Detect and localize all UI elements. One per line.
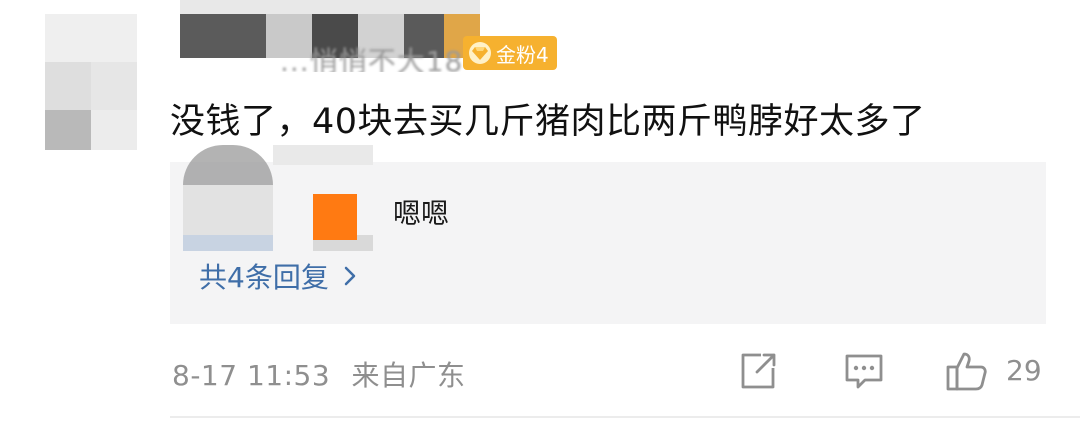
thumbs-up-icon (946, 352, 987, 391)
view-replies-label: 共4条回复 (199, 261, 329, 294)
username[interactable]: ...悄悄不大18 (180, 0, 480, 72)
view-replies-link[interactable]: 共4条回复 (199, 256, 357, 296)
location: 来自广东 (351, 359, 466, 392)
username-text: ...悄悄不大18 (280, 45, 464, 72)
like-button[interactable] (945, 350, 987, 392)
comment-meta: 8-17 11:53 来自广东 (172, 354, 466, 394)
share-button[interactable] (737, 350, 779, 392)
divider (170, 416, 1080, 418)
timestamp: 8-17 11:53 (172, 359, 331, 392)
avatar[interactable] (45, 14, 137, 150)
reply-button[interactable] (843, 350, 885, 392)
comment-icon (845, 354, 883, 389)
chevron-right-icon (344, 266, 356, 286)
reply-text: 嗯嗯 (393, 197, 450, 230)
comment-text: 没钱了，40块去买几斤猪肉比两斤鸭脖好太多了 (170, 102, 926, 142)
fan-badge[interactable]: 金粉4 (463, 36, 557, 70)
reply-avatar-block (313, 194, 357, 240)
like-count: 29 (1006, 354, 1042, 387)
fan-badge-label: 金粉4 (496, 42, 549, 67)
share-icon (741, 353, 776, 389)
badge-gem-icon (469, 42, 491, 64)
